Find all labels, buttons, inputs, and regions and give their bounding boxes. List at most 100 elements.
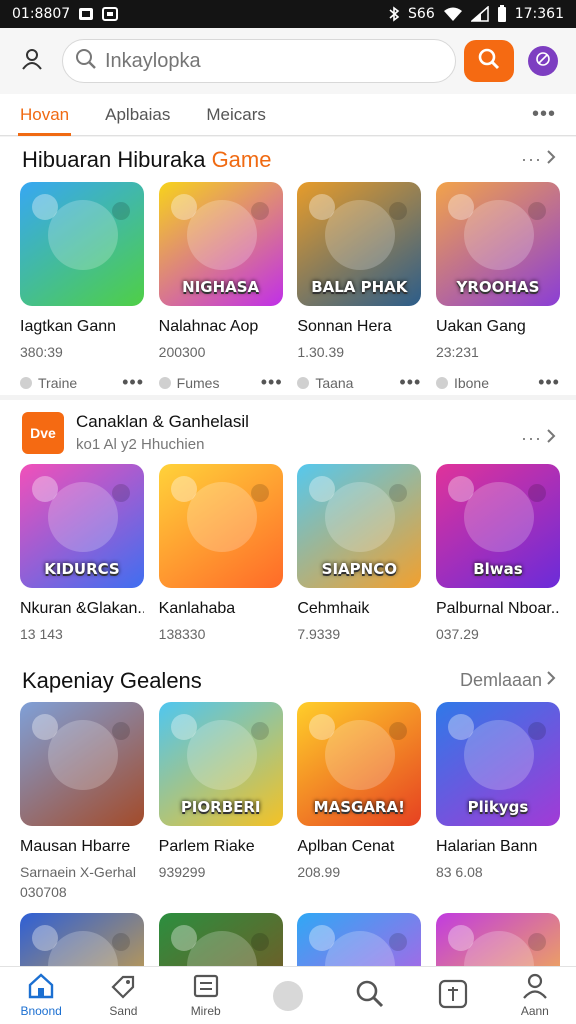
app-icon-image[interactable] (158, 913, 283, 966)
app-title[interactable]: Uakan Gang (436, 318, 560, 336)
app-grid: Iagtkan Gann 380:39 Traine ••• NIGHASA Na… (20, 182, 560, 393)
nav-deals[interactable]: Sand (93, 973, 153, 1018)
app-subtitle: 200300 (158, 344, 206, 360)
app-icon-image[interactable]: MASGARA! (297, 702, 422, 826)
app-card[interactable] (158, 913, 283, 966)
search-icon (477, 47, 501, 76)
app-title[interactable]: Iagtkan Gann (20, 318, 144, 336)
app-title[interactable]: Sonnan Hera (297, 318, 421, 336)
app-meta-label: Traine (38, 374, 78, 391)
app-title[interactable]: Halarian Bann (436, 838, 560, 856)
nav-home[interactable]: Bnoond (11, 973, 71, 1018)
app-icon-text: NIGHASA (182, 278, 260, 297)
app-title[interactable]: Parlem Riake (159, 838, 283, 856)
app-icon-text: MASGARA! (313, 798, 405, 817)
more-dots: ··· (521, 428, 542, 448)
app-icon-image[interactable] (297, 913, 422, 966)
app-card[interactable]: YROOHAS Uakan Gang 23:231 Ibone ••• (435, 182, 560, 393)
nav-label: Aann (520, 1004, 549, 1018)
more-icon[interactable]: ••• (532, 103, 556, 126)
section-title: Hibuaran Hiburaka Game (22, 147, 271, 173)
app-icon-image[interactable]: PIORBERI (158, 702, 283, 826)
more-dots: ··· (521, 149, 542, 169)
notification-icon (78, 7, 94, 21)
nav-account[interactable]: Aann (505, 973, 565, 1018)
section-more-button[interactable]: ··· (521, 149, 556, 170)
app-icon-image[interactable]: Plikygs (435, 702, 560, 826)
app-icon-image[interactable]: BALA PHAK (297, 182, 422, 306)
app-card[interactable]: Po (435, 913, 560, 966)
app-grid: KIDURCS Nkuran &Glakan.. 13 143 Kanlahaba… (20, 464, 560, 642)
app-subtitle: 1.30.39 (297, 344, 345, 360)
battery-icon (497, 5, 507, 23)
app-card[interactable]: Mausan Hbarre Sarnaein X-Gerhal 030708 (20, 702, 144, 900)
app-card[interactable]: SIAPNCO Cehmhaik 7.9339 (297, 464, 422, 642)
app-title[interactable]: Palburnal Nboar.. (436, 600, 560, 618)
nav-label: Bnoond (20, 1004, 62, 1018)
section-more-button[interactable]: Demlaaan (460, 670, 556, 691)
app-title[interactable]: Cehmhaik (297, 600, 421, 618)
app-card[interactable]: Iagtkan Gann 380:39 Traine ••• (20, 182, 144, 393)
app-icon-text (78, 816, 86, 826)
app-subtitle: 7.9339 (297, 626, 341, 642)
app-meta: Fumes ••• (158, 372, 283, 393)
search-button[interactable] (464, 40, 514, 82)
app-icon-image[interactable] (20, 182, 144, 306)
nav-center[interactable] (258, 980, 318, 1011)
app-card[interactable]: Blwas Palburnal Nboar.. 037.29 (435, 464, 560, 642)
app-icon-image[interactable]: Blwas (435, 464, 560, 588)
pen-icon (535, 51, 551, 72)
search-box[interactable] (62, 39, 456, 83)
top-bar (0, 28, 576, 94)
more-icon[interactable]: ••• (122, 372, 144, 393)
app-title[interactable]: Kanlahaba (159, 600, 283, 618)
nav-apps[interactable] (423, 979, 483, 1012)
app-icon-image[interactable]: Po (435, 913, 560, 966)
app-card[interactable]: KIDURCS Nkuran &Glakan.. 13 143 (20, 464, 144, 642)
app-title[interactable]: Nkuran &Glakan.. (20, 600, 144, 618)
app-card[interactable]: MASGARA! Aplban Cenat 208.99 (297, 702, 422, 900)
tab-home[interactable]: Hovan (17, 94, 72, 136)
more-icon[interactable]: ••• (261, 372, 283, 393)
search-input[interactable] (105, 49, 405, 73)
more-icon[interactable]: ••• (538, 372, 560, 393)
app-icon-image[interactable]: KIDURCS (20, 464, 144, 588)
app-icon-image[interactable]: NIGHASA (158, 182, 283, 306)
app-icon-text: KIDURCS (44, 560, 120, 579)
app-icon-image[interactable] (20, 702, 144, 826)
more-icon[interactable]: ••• (399, 372, 421, 393)
app-card[interactable] (297, 913, 422, 966)
tab-bar: Hovan Aplbaias Meicars ••• (0, 94, 576, 136)
app-card[interactable]: PIORBERI Parlem Riake 939299 (158, 702, 283, 900)
app-card[interactable]: Plikygs Halarian Bann 83 6.08 (435, 702, 560, 900)
app-icon-text: SIAPNCO (321, 560, 397, 579)
app-card[interactable]: Kanlahaba 138330 (158, 464, 283, 642)
app-card[interactable]: BALA PHAK Sonnan Hera 1.30.39 Taana ••• (297, 182, 422, 393)
app-icon-text: Plikygs (467, 798, 529, 817)
avatar[interactable] (528, 46, 558, 76)
app-card[interactable]: NIGHASA Nalahnac Aop 200300 Fumes ••• (158, 182, 283, 393)
app-meta: Traine ••• (20, 372, 144, 393)
status-signal-text: S66 (408, 6, 435, 22)
document-icon (192, 973, 220, 1002)
app-title[interactable]: Mausan Hbarre (20, 838, 144, 856)
nav-search[interactable] (340, 979, 400, 1012)
app-card[interactable]: MAMES (20, 913, 144, 966)
tab-movies[interactable]: Meicars (206, 94, 266, 136)
app-icon-image[interactable]: YROOHAS (435, 182, 560, 306)
app-icon-image[interactable]: SIAPNCO (297, 464, 422, 588)
app-title[interactable]: Nalahnac Aop (159, 318, 283, 336)
profile-button[interactable] (10, 39, 54, 83)
app-icon-text: YROOHAS (456, 278, 540, 297)
nav-library[interactable]: Mireb (176, 973, 236, 1018)
signal-icon (470, 6, 489, 22)
section-title-text: Kapeniay Gealens (22, 668, 202, 693)
developer-name: Canaklan & Ganhelasil (76, 412, 249, 431)
app-icon-image[interactable]: MAMES (20, 913, 144, 966)
app-title[interactable]: Aplban Cenat (297, 838, 421, 856)
app-icon-image[interactable] (158, 464, 283, 588)
person-icon (521, 973, 549, 1002)
apps-icon (438, 979, 468, 1012)
section-more-button[interactable]: ··· (521, 428, 556, 449)
tab-apps[interactable]: Aplbaias (105, 94, 170, 136)
